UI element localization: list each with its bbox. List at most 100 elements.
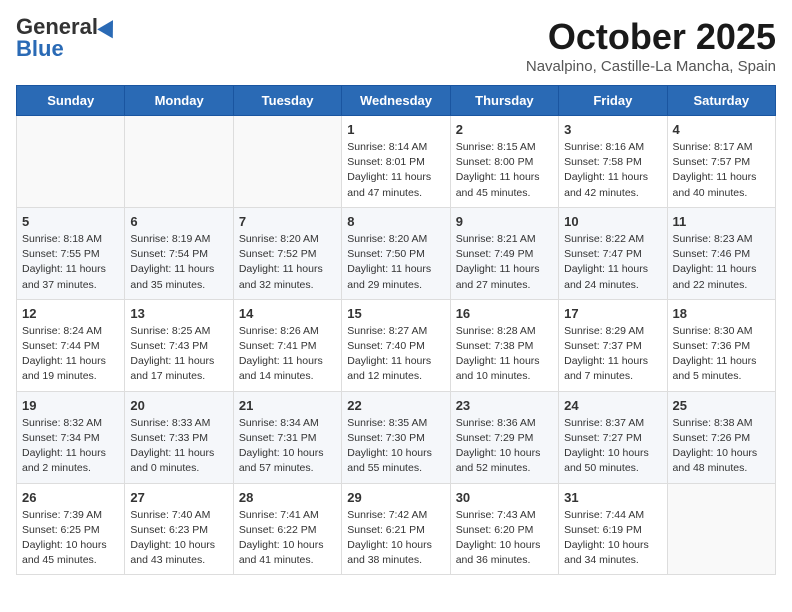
day-info: Sunrise: 8:22 AM Sunset: 7:47 PM Dayligh… — [564, 232, 661, 293]
calendar-week-row: 1 Sunrise: 8:14 AM Sunset: 8:01 PM Daylig… — [17, 116, 776, 208]
calendar-day-30: 30 Sunrise: 7:43 AM Sunset: 6:20 PM Dayli… — [450, 483, 558, 575]
day-info: Sunrise: 8:28 AM Sunset: 7:38 PM Dayligh… — [456, 324, 553, 385]
calendar-day-29: 29Sunrise: 7:42 AM Sunset: 6:21 PM Dayli… — [342, 483, 450, 575]
location-title: Navalpino, Castille-La Mancha, Spain — [526, 58, 776, 75]
day-info: Sunrise: 8:19 AM Sunset: 7:54 PM Dayligh… — [130, 232, 227, 293]
weekday-header-friday: Friday — [559, 86, 667, 116]
day-info: Sunrise: 8:23 AM Sunset: 7:46 PM Dayligh… — [673, 232, 770, 293]
calendar-day-11: 11 Sunrise: 8:23 AM Sunset: 7:46 PM Dayli… — [667, 207, 775, 299]
day-info: Sunrise: 8:20 AM Sunset: 7:50 PM Dayligh… — [347, 232, 444, 293]
calendar-day-22: 22 Sunrise: 8:35 AM Sunset: 7:30 PM Dayli… — [342, 391, 450, 483]
day-info: Sunrise: 8:29 AM Sunset: 7:37 PM Dayligh… — [564, 324, 661, 385]
day-number: 18 — [673, 306, 770, 321]
day-number: 11 — [673, 214, 770, 229]
weekday-header-thursday: Thursday — [450, 86, 558, 116]
calendar-week-row: 26 Sunrise: 7:39 AM Sunset: 6:25 PM Dayli… — [17, 483, 776, 575]
calendar-week-row: 5 Sunrise: 8:18 AM Sunset: 7:55 PM Daylig… — [17, 207, 776, 299]
day-number: 21 — [239, 398, 336, 413]
day-number: 2 — [456, 122, 553, 137]
calendar-day-17: 17 Sunrise: 8:29 AM Sunset: 7:37 PM Dayli… — [559, 299, 667, 391]
day-number: 13 — [130, 306, 227, 321]
calendar-day-5: 5 Sunrise: 8:18 AM Sunset: 7:55 PM Daylig… — [17, 207, 125, 299]
calendar-day-7: 7Sunrise: 8:20 AM Sunset: 7:52 PM Daylig… — [233, 207, 341, 299]
day-number: 4 — [673, 122, 770, 137]
calendar-day-14: 14 Sunrise: 8:26 AM Sunset: 7:41 PM Dayli… — [233, 299, 341, 391]
day-info: Sunrise: 8:24 AM Sunset: 7:44 PM Dayligh… — [22, 324, 119, 385]
day-info: Sunrise: 8:36 AM Sunset: 7:29 PM Dayligh… — [456, 416, 553, 477]
weekday-header-saturday: Saturday — [667, 86, 775, 116]
calendar-day-19: 19Sunrise: 8:32 AM Sunset: 7:34 PM Dayli… — [17, 391, 125, 483]
day-info: Sunrise: 8:16 AM Sunset: 7:58 PM Dayligh… — [564, 140, 661, 201]
calendar-week-row: 19Sunrise: 8:32 AM Sunset: 7:34 PM Dayli… — [17, 391, 776, 483]
day-info: Sunrise: 8:34 AM Sunset: 7:31 PM Dayligh… — [239, 416, 336, 477]
calendar-empty-cell — [125, 116, 233, 208]
day-info: Sunrise: 8:32 AM Sunset: 7:34 PM Dayligh… — [22, 416, 119, 477]
calendar-day-25: 25 Sunrise: 8:38 AM Sunset: 7:26 PM Dayli… — [667, 391, 775, 483]
day-number: 5 — [22, 214, 119, 229]
day-number: 26 — [22, 490, 119, 505]
day-number: 28 — [239, 490, 336, 505]
calendar-day-2: 2Sunrise: 8:15 AM Sunset: 8:00 PM Daylig… — [450, 116, 558, 208]
day-number: 1 — [347, 122, 444, 137]
day-number: 20 — [130, 398, 227, 413]
day-info: Sunrise: 8:18 AM Sunset: 7:55 PM Dayligh… — [22, 232, 119, 293]
day-info: Sunrise: 8:33 AM Sunset: 7:33 PM Dayligh… — [130, 416, 227, 477]
calendar-day-16: 16 Sunrise: 8:28 AM Sunset: 7:38 PM Dayli… — [450, 299, 558, 391]
calendar-day-26: 26 Sunrise: 7:39 AM Sunset: 6:25 PM Dayli… — [17, 483, 125, 575]
calendar-day-9: 9Sunrise: 8:21 AM Sunset: 7:49 PM Daylig… — [450, 207, 558, 299]
day-number: 7 — [239, 214, 336, 229]
day-number: 9 — [456, 214, 553, 229]
calendar-day-8: 8 Sunrise: 8:20 AM Sunset: 7:50 PM Daylig… — [342, 207, 450, 299]
calendar-day-15: 15Sunrise: 8:27 AM Sunset: 7:40 PM Dayli… — [342, 299, 450, 391]
day-info: Sunrise: 8:37 AM Sunset: 7:27 PM Dayligh… — [564, 416, 661, 477]
day-number: 25 — [673, 398, 770, 413]
calendar-day-20: 20 Sunrise: 8:33 AM Sunset: 7:33 PM Dayli… — [125, 391, 233, 483]
day-number: 16 — [456, 306, 553, 321]
calendar-table: SundayMondayTuesdayWednesdayThursdayFrid… — [16, 85, 776, 575]
day-info: Sunrise: 8:27 AM Sunset: 7:40 PM Dayligh… — [347, 324, 444, 385]
day-number: 27 — [130, 490, 227, 505]
day-number: 22 — [347, 398, 444, 413]
day-number: 17 — [564, 306, 661, 321]
calendar-day-10: 10 Sunrise: 8:22 AM Sunset: 7:47 PM Dayli… — [559, 207, 667, 299]
day-number: 6 — [130, 214, 227, 229]
calendar-day-6: 6 Sunrise: 8:19 AM Sunset: 7:54 PM Daylig… — [125, 207, 233, 299]
calendar-day-18: 18Sunrise: 8:30 AM Sunset: 7:36 PM Dayli… — [667, 299, 775, 391]
day-info: Sunrise: 8:35 AM Sunset: 7:30 PM Dayligh… — [347, 416, 444, 477]
day-info: Sunrise: 7:40 AM Sunset: 6:23 PM Dayligh… — [130, 508, 227, 569]
day-number: 12 — [22, 306, 119, 321]
calendar-week-row: 12 Sunrise: 8:24 AM Sunset: 7:44 PM Dayli… — [17, 299, 776, 391]
calendar-day-24: 24 Sunrise: 8:37 AM Sunset: 7:27 PM Dayli… — [559, 391, 667, 483]
day-info: Sunrise: 7:43 AM Sunset: 6:20 PM Dayligh… — [456, 508, 553, 569]
day-info: Sunrise: 8:38 AM Sunset: 7:26 PM Dayligh… — [673, 416, 770, 477]
day-number: 23 — [456, 398, 553, 413]
day-number: 3 — [564, 122, 661, 137]
day-info: Sunrise: 7:44 AM Sunset: 6:19 PM Dayligh… — [564, 508, 661, 569]
day-info: Sunrise: 7:39 AM Sunset: 6:25 PM Dayligh… — [22, 508, 119, 569]
day-info: Sunrise: 7:41 AM Sunset: 6:22 PM Dayligh… — [239, 508, 336, 569]
day-number: 14 — [239, 306, 336, 321]
weekday-header-wednesday: Wednesday — [342, 86, 450, 116]
day-number: 30 — [456, 490, 553, 505]
page-header: General Blue October 2025 Navalpino, Cas… — [16, 16, 776, 75]
weekday-header-monday: Monday — [125, 86, 233, 116]
calendar-day-12: 12 Sunrise: 8:24 AM Sunset: 7:44 PM Dayli… — [17, 299, 125, 391]
day-number: 24 — [564, 398, 661, 413]
weekday-header-row: SundayMondayTuesdayWednesdayThursdayFrid… — [17, 86, 776, 116]
calendar-empty-cell — [667, 483, 775, 575]
day-number: 10 — [564, 214, 661, 229]
month-title: October 2025 — [526, 16, 776, 58]
logo-blue-text: Blue — [16, 36, 64, 61]
day-info: Sunrise: 8:26 AM Sunset: 7:41 PM Dayligh… — [239, 324, 336, 385]
day-info: Sunrise: 8:17 AM Sunset: 7:57 PM Dayligh… — [673, 140, 770, 201]
calendar-day-28: 28 Sunrise: 7:41 AM Sunset: 6:22 PM Dayli… — [233, 483, 341, 575]
calendar-day-31: 31Sunrise: 7:44 AM Sunset: 6:19 PM Dayli… — [559, 483, 667, 575]
calendar-day-1: 1 Sunrise: 8:14 AM Sunset: 8:01 PM Daylig… — [342, 116, 450, 208]
calendar-day-13: 13Sunrise: 8:25 AM Sunset: 7:43 PM Dayli… — [125, 299, 233, 391]
calendar-day-23: 23 Sunrise: 8:36 AM Sunset: 7:29 PM Dayli… — [450, 391, 558, 483]
logo: General Blue — [16, 16, 118, 62]
calendar-day-21: 21 Sunrise: 8:34 AM Sunset: 7:31 PM Dayli… — [233, 391, 341, 483]
day-number: 29 — [347, 490, 444, 505]
day-info: Sunrise: 8:14 AM Sunset: 8:01 PM Dayligh… — [347, 140, 444, 201]
day-number: 8 — [347, 214, 444, 229]
